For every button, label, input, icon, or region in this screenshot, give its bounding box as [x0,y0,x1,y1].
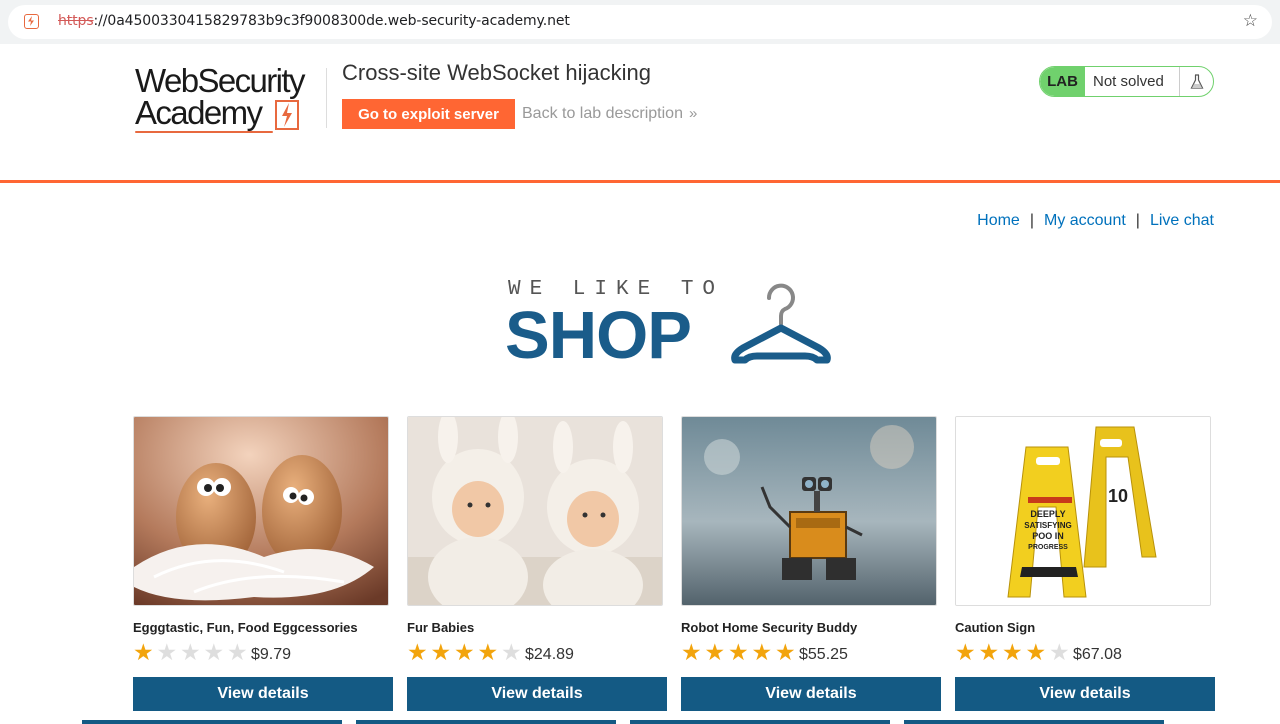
nav-separator: | [1029,212,1034,229]
product-card: Robot Home Security Buddy ★ ★ ★ ★ ★ $55.25 V… [681,416,941,711]
nav-my-account-link[interactable]: My account [1044,212,1126,229]
star-filled-icon: ★ [728,639,749,665]
lab-header: WebSecurity Academy Cross-site WebSocket… [0,44,1280,181]
product-rating: ★ ★ ★ ★ ★ [133,640,251,664]
star-filled-icon: ★ [681,639,702,665]
go-to-exploit-server-button[interactable]: Go to exploit server [342,99,515,129]
view-details-button[interactable]: View details [955,677,1215,711]
next-row-edge [630,720,890,724]
star-empty-icon: ★ [227,639,248,665]
nav-home-link[interactable]: Home [977,212,1020,229]
product-price: $9.79 [251,646,292,663]
lab-status-widget: LAB Not solved [1039,66,1214,97]
product-image-robot[interactable] [681,416,937,606]
lab-title: Cross-site WebSocket hijacking [342,60,651,85]
logo-text-line2: Academy [135,94,263,131]
site-info-icon[interactable] [24,14,39,29]
nav-live-chat-link[interactable]: Live chat [1150,212,1214,229]
double-chevron-right-icon: » [688,105,698,122]
star-filled-icon: ★ [751,639,773,665]
star-filled-icon: ★ [407,639,428,665]
svg-text:PROGRESS: PROGRESS [1028,544,1068,551]
site-nav: Home | My account | Live chat [977,212,1214,230]
flask-icon [1179,67,1213,96]
product-image-eggs[interactable] [133,416,389,606]
star-empty-icon: ★ [501,639,522,665]
url-scheme: https [58,13,94,29]
product-image-caution-sign[interactable]: 10 DEEPLY SATISFYING POO IN PROGRESS [955,416,1211,606]
star-empty-icon: ★ [180,639,201,665]
next-row-edge [82,720,342,724]
star-filled-icon: ★ [704,639,726,665]
web-security-academy-logo[interactable]: WebSecurity Academy [135,62,325,136]
product-name: Robot Home Security Buddy [681,620,858,635]
product-rating: ★ ★ ★ ★ ★ [955,640,1073,664]
address-bar[interactable]: https://0a4500330415829783b9c3f9008300de… [8,5,1272,39]
svg-text:SATISFYING: SATISFYING [1024,521,1071,530]
star-filled-icon: ★ [775,639,796,665]
product-name: Fur Babies [407,620,475,635]
star-filled-icon: ★ [978,639,1000,665]
view-details-button[interactable]: View details [681,677,941,711]
url-host: ://0a4500330415829783b9c3f9008300de.web-… [93,13,570,29]
back-link-label: Back to lab description [522,105,683,122]
view-details-button[interactable]: View details [133,677,393,711]
product-card: Fur Babies ★ ★ ★ ★ ★ $24.89 View details [407,416,667,711]
star-filled-icon: ★ [1002,639,1023,665]
star-filled-icon: ★ [430,639,452,665]
product-card: 10 DEEPLY SATISFYING POO IN PROGRESS Cau… [955,416,1215,711]
next-row-edge [904,720,1164,724]
svg-text:DEEPLY: DEEPLY [1030,509,1065,519]
star-filled-icon: ★ [955,639,976,665]
star-filled-icon: ★ [133,639,154,665]
star-empty-icon: ★ [203,639,225,665]
product-name: Egggtastic, Fun, Food Eggcessories [133,620,358,635]
url-text[interactable]: https://0a4500330415829783b9c3f9008300de… [58,13,570,29]
lab-status-text: Not solved [1093,73,1164,90]
star-filled-icon: ★ [1025,639,1047,665]
lab-status-label: LAB [1040,67,1085,96]
product-image-fur-babies[interactable] [407,416,663,606]
svg-text:POO IN: POO IN [1032,531,1064,541]
product-rating: ★ ★ ★ ★ ★ [681,640,799,664]
next-row-edge [356,720,616,724]
header-rule [0,180,1280,183]
clothes-hanger-icon [731,283,831,364]
product-price: $67.08 [1073,646,1122,663]
sign-number: 10 [1108,486,1128,506]
product-name: Caution Sign [955,620,1036,635]
nav-separator: | [1135,212,1140,229]
logo-bolt-icon [275,100,299,130]
back-to-lab-description-link[interactable]: Back to lab description » [522,105,697,123]
star-empty-icon: ★ [1049,639,1070,665]
header-divider [326,68,327,128]
browser-toolbar: https://0a4500330415829783b9c3f9008300de… [0,0,1280,44]
product-card: Egggtastic, Fun, Food Eggcessories ★ ★ ★ ★ ★… [133,416,393,711]
logo-underline [135,131,273,133]
star-filled-icon: ★ [477,639,499,665]
bookmark-star-icon[interactable]: ☆ [1243,12,1258,29]
product-price: $24.89 [525,646,574,663]
product-price: $55.25 [799,646,848,663]
star-empty-icon: ★ [156,639,178,665]
shop-banner: WE LIKE TO SHOP [505,278,845,374]
star-filled-icon: ★ [454,639,475,665]
product-rating: ★ ★ ★ ★ ★ [407,640,525,664]
view-details-button[interactable]: View details [407,677,667,711]
banner-title: SHOP [505,298,692,373]
